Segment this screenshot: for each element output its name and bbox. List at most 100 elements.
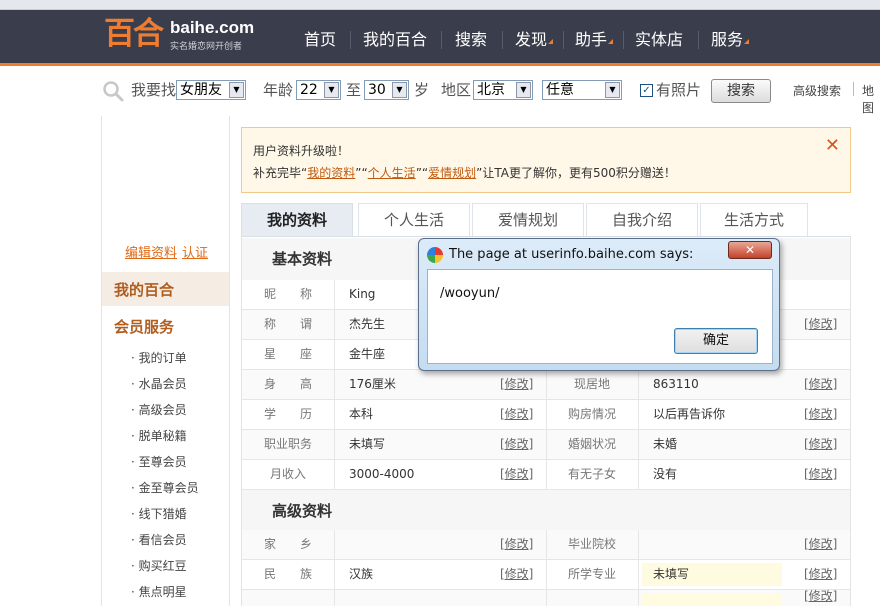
- search-button[interactable]: 搜索: [711, 79, 771, 103]
- region-select[interactable]: 北京 ▼: [473, 80, 533, 100]
- edit-profile-link[interactable]: 编辑资料: [125, 242, 177, 261]
- nav-discover[interactable]: 发现: [515, 30, 554, 50]
- sidebar-item[interactable]: · 脱单秘籍: [131, 427, 187, 444]
- nav-services[interactable]: 服务: [711, 30, 750, 50]
- tab-lifestyle[interactable]: 生活方式: [700, 203, 808, 237]
- edit-link[interactable]: [修改]: [804, 530, 837, 559]
- advanced-info-header: 高级资料: [242, 490, 850, 532]
- ok-button[interactable]: 确定: [674, 328, 758, 354]
- field-value: 176厘米: [349, 377, 396, 391]
- nav-search[interactable]: 搜索: [455, 30, 487, 50]
- field-label: 星 座: [263, 347, 312, 361]
- edit-link[interactable]: [修改]: [500, 460, 533, 489]
- tab-personal-life[interactable]: 个人生活: [358, 203, 470, 237]
- logo-mark[interactable]: 百合: [104, 17, 164, 51]
- tab-self-intro[interactable]: 自我介绍: [586, 203, 698, 237]
- field-value: 未婚: [653, 437, 678, 451]
- sidebar-item[interactable]: · 我的订单: [131, 349, 187, 366]
- sidebar-item[interactable]: · 至尊会员: [131, 453, 187, 470]
- chevron-down-icon: ▼: [605, 82, 620, 98]
- edit-link[interactable]: [修改]: [500, 530, 533, 559]
- search-icon: [103, 81, 124, 102]
- cell-divider: [638, 430, 639, 459]
- nav-divider: [350, 31, 351, 49]
- edit-link[interactable]: [修改]: [804, 370, 837, 399]
- looking-for-label: 我要找: [131, 81, 177, 99]
- sidebar-item[interactable]: · 看信会员: [131, 531, 187, 548]
- with-photo-checkbox[interactable]: ✓: [640, 84, 653, 97]
- nav-accent-line: [0, 63, 880, 66]
- edit-link[interactable]: [修改]: [804, 460, 837, 489]
- sidebar-item[interactable]: · 水晶会员: [131, 375, 187, 392]
- cell-divider: [334, 460, 335, 489]
- nav-home[interactable]: 首页: [304, 30, 336, 50]
- verify-link[interactable]: 认证: [182, 242, 208, 261]
- sidebar-item[interactable]: · 焦点明星: [131, 583, 187, 600]
- region-sub-select[interactable]: 任意 ▼: [542, 80, 622, 100]
- close-icon[interactable]: ✕: [825, 135, 840, 156]
- edit-link[interactable]: [修改]: [804, 586, 837, 606]
- age-from-select[interactable]: 22 ▼: [296, 80, 341, 100]
- edit-link[interactable]: [修改]: [500, 370, 533, 399]
- cell-divider: [334, 590, 335, 606]
- table-row: 身 高 176厘米 [修改] 现居地 863110 [修改]: [242, 370, 850, 400]
- dialog-body: /wooyun/ 确定: [427, 269, 773, 364]
- looking-for-select[interactable]: 女朋友 ▼: [176, 80, 246, 100]
- field-value: 3000-4000: [349, 467, 415, 481]
- edit-link[interactable]: [修改]: [500, 430, 533, 459]
- cell-divider: [638, 590, 639, 606]
- nav-my-baihe[interactable]: 我的百合: [363, 30, 427, 50]
- notice-link-personal-life[interactable]: 个人生活: [368, 166, 416, 180]
- sidebar-item[interactable]: · 高级会员: [131, 401, 187, 418]
- sidebar-member-services[interactable]: 会员服务: [114, 316, 174, 337]
- field-label: 称 谓: [263, 317, 312, 331]
- sidebar-item[interactable]: · 购买红豆: [131, 557, 187, 574]
- cell-divider: [546, 590, 547, 606]
- with-photo-label[interactable]: 有照片: [656, 80, 701, 100]
- upgrade-notice-banner: 用户资料升级啦！ 补充完毕“我的资料”“个人生活”“爱情规划”让TA更了解你，更…: [241, 127, 851, 193]
- table-row: 学 历 本科 [修改] 购房情况 以后再告诉你 [修改]: [242, 400, 850, 430]
- cell-divider: [638, 560, 639, 589]
- cell-divider: [334, 370, 335, 399]
- nav-divider: [623, 31, 624, 49]
- field-value: 863110: [653, 377, 699, 391]
- field-value[interactable]: 未填写: [653, 560, 689, 589]
- notice-link-love-plan[interactable]: 爱情规划: [428, 166, 476, 180]
- advanced-search-link[interactable]: 高级搜索: [793, 82, 841, 99]
- tab-love-plan[interactable]: 爱情规划: [472, 203, 584, 237]
- bookmarks-bar: [0, 0, 880, 10]
- nav-stores[interactable]: 实体店: [635, 30, 683, 50]
- cell-divider: [334, 280, 335, 309]
- field-label: 职业职务: [263, 437, 312, 451]
- logo-tagline: 实名婚恋网开创者: [170, 42, 243, 52]
- edit-link[interactable]: [修改]: [804, 310, 837, 339]
- chevron-down-icon: ▼: [516, 82, 531, 98]
- nav-divider: [502, 31, 503, 49]
- sidebar-my-baihe[interactable]: 我的百合: [102, 272, 229, 306]
- cell-divider: [334, 530, 335, 559]
- edit-link[interactable]: [修改]: [500, 400, 533, 429]
- close-icon[interactable]: ✕: [728, 241, 772, 259]
- nav-divider: [441, 31, 442, 49]
- age-unit-label: 岁: [414, 81, 430, 99]
- edit-link[interactable]: [修改]: [804, 430, 837, 459]
- nav-assistant[interactable]: 助手: [575, 30, 614, 50]
- field-label: 民 族: [263, 567, 312, 581]
- logo-domain[interactable]: baihe.com: [170, 18, 254, 38]
- age-to-select[interactable]: 30 ▼: [364, 80, 409, 100]
- edit-link[interactable]: [修改]: [804, 400, 837, 429]
- notice-link-my-profile[interactable]: 我的资料: [307, 166, 355, 180]
- edit-link[interactable]: [修改]: [804, 560, 837, 589]
- edit-link[interactable]: [修改]: [500, 560, 533, 589]
- dropdown-arrow-icon: [548, 39, 554, 44]
- field-label: 毕业院校: [567, 537, 616, 551]
- sidebar-item[interactable]: · 线下猎婚: [131, 505, 187, 522]
- table-row: 职业职务 未填写 [修改] 婚姻状况 未婚 [修改]: [242, 430, 850, 460]
- sidebar-item[interactable]: · 金至尊会员: [131, 479, 199, 496]
- tab-my-profile[interactable]: 我的资料: [241, 203, 353, 237]
- map-search-link[interactable]: 地图: [862, 82, 880, 116]
- chevron-down-icon: ▼: [392, 82, 407, 98]
- field-label: 月收入: [269, 467, 306, 481]
- cell-divider: [638, 370, 639, 399]
- chevron-down-icon: ▼: [229, 82, 244, 98]
